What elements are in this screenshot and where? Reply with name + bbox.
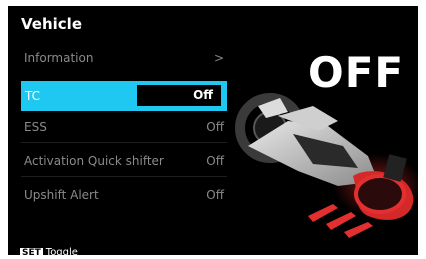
chevron-right-icon: > xyxy=(213,51,224,65)
motorcycle-illustration xyxy=(235,93,418,238)
divider xyxy=(21,142,227,143)
divider xyxy=(21,176,227,177)
menu-item-label: Information xyxy=(24,51,94,65)
tc-value-field[interactable]: Off xyxy=(137,85,221,106)
menu-item-tc[interactable]: TC Off xyxy=(21,81,227,111)
footer-action: Toggle xyxy=(45,247,78,255)
menu-item-label: TC xyxy=(25,89,41,103)
page-title: Vehicle xyxy=(21,15,82,33)
footer-hint: SET Toggle xyxy=(20,247,78,255)
set-key-badge: SET xyxy=(20,248,43,255)
menu-item-ess[interactable]: ESS Off xyxy=(21,118,227,138)
menu-item-label: Upshift Alert xyxy=(24,188,99,202)
menu-item-label: ESS xyxy=(24,120,47,134)
menu-item-activation-quick-shifter[interactable]: Activation Quick shifter Off xyxy=(21,152,227,172)
menu-item-label: Activation Quick shifter xyxy=(24,154,164,168)
vehicle-settings-screen: Vehicle Information > TC Off ESS Off Act… xyxy=(8,6,418,255)
menu-item-upshift-alert[interactable]: Upshift Alert Off xyxy=(21,186,227,206)
menu-item-information[interactable]: Information > xyxy=(21,49,227,69)
tc-value: Off xyxy=(193,88,213,102)
